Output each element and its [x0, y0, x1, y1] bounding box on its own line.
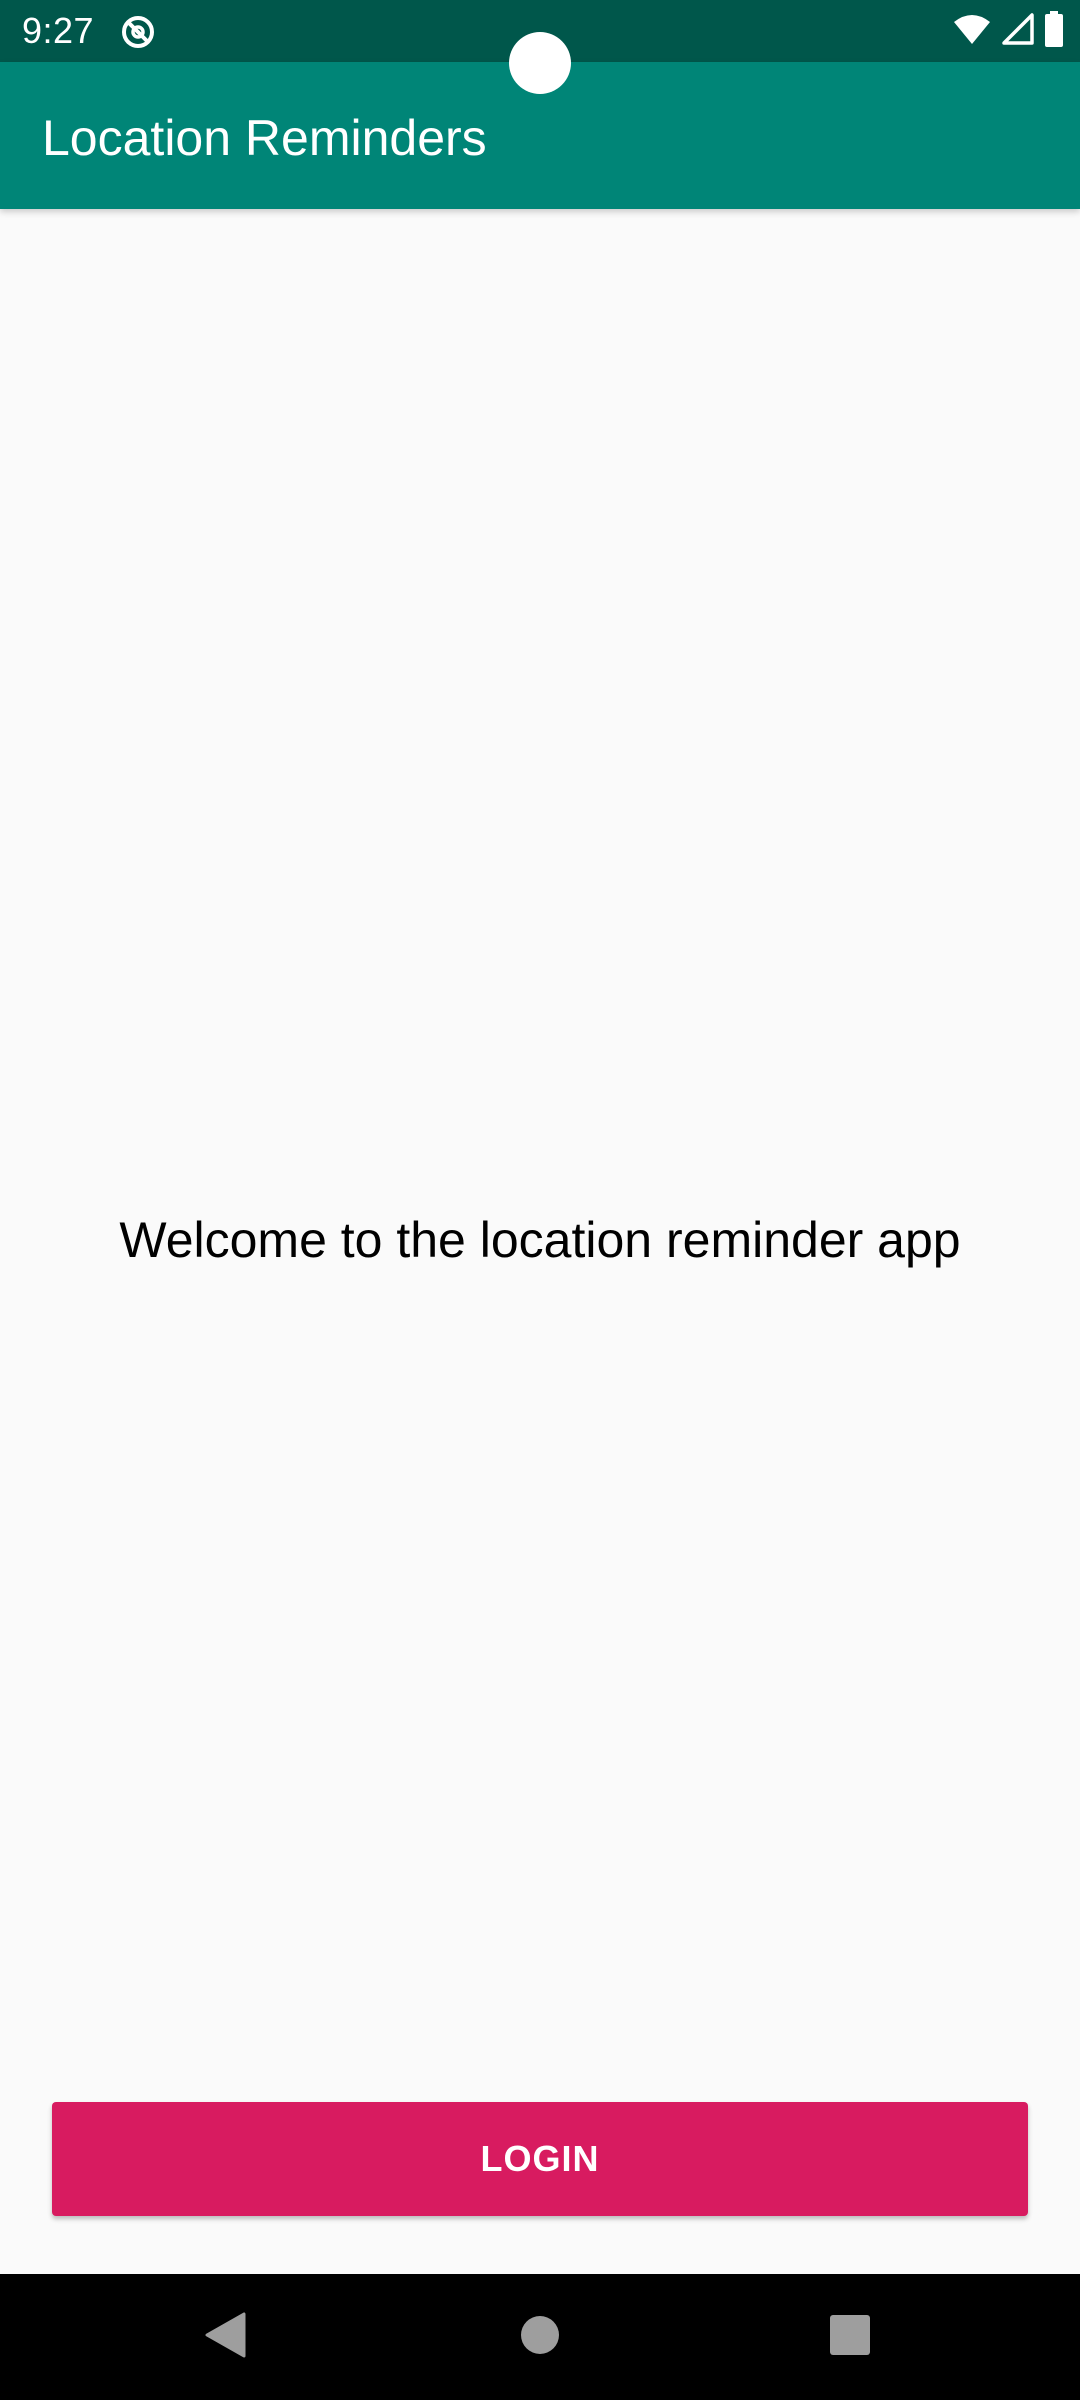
home-icon: [520, 2315, 560, 2360]
app-title: Location Reminders: [42, 110, 487, 166]
back-icon: [204, 2312, 246, 2363]
do-not-disturb-icon: [120, 14, 156, 50]
home-button[interactable]: [460, 2274, 620, 2400]
cellular-signal-icon: [1002, 12, 1034, 50]
status-time: 9:27: [22, 10, 95, 51]
camera-cutout: [509, 32, 571, 94]
wifi-icon: [952, 12, 992, 51]
back-button[interactable]: [145, 2274, 305, 2400]
recents-icon: [829, 2314, 871, 2361]
login-button[interactable]: LOGIN: [52, 2102, 1028, 2216]
screen: 9:27 Location Reminders Welcome to the l…: [0, 0, 1080, 2400]
recents-button[interactable]: [770, 2274, 930, 2400]
battery-icon: [1044, 10, 1064, 52]
welcome-text: Welcome to the location reminder app: [119, 1212, 961, 1268]
status-icons: [952, 10, 1064, 52]
navigation-bar: [0, 2274, 1080, 2400]
